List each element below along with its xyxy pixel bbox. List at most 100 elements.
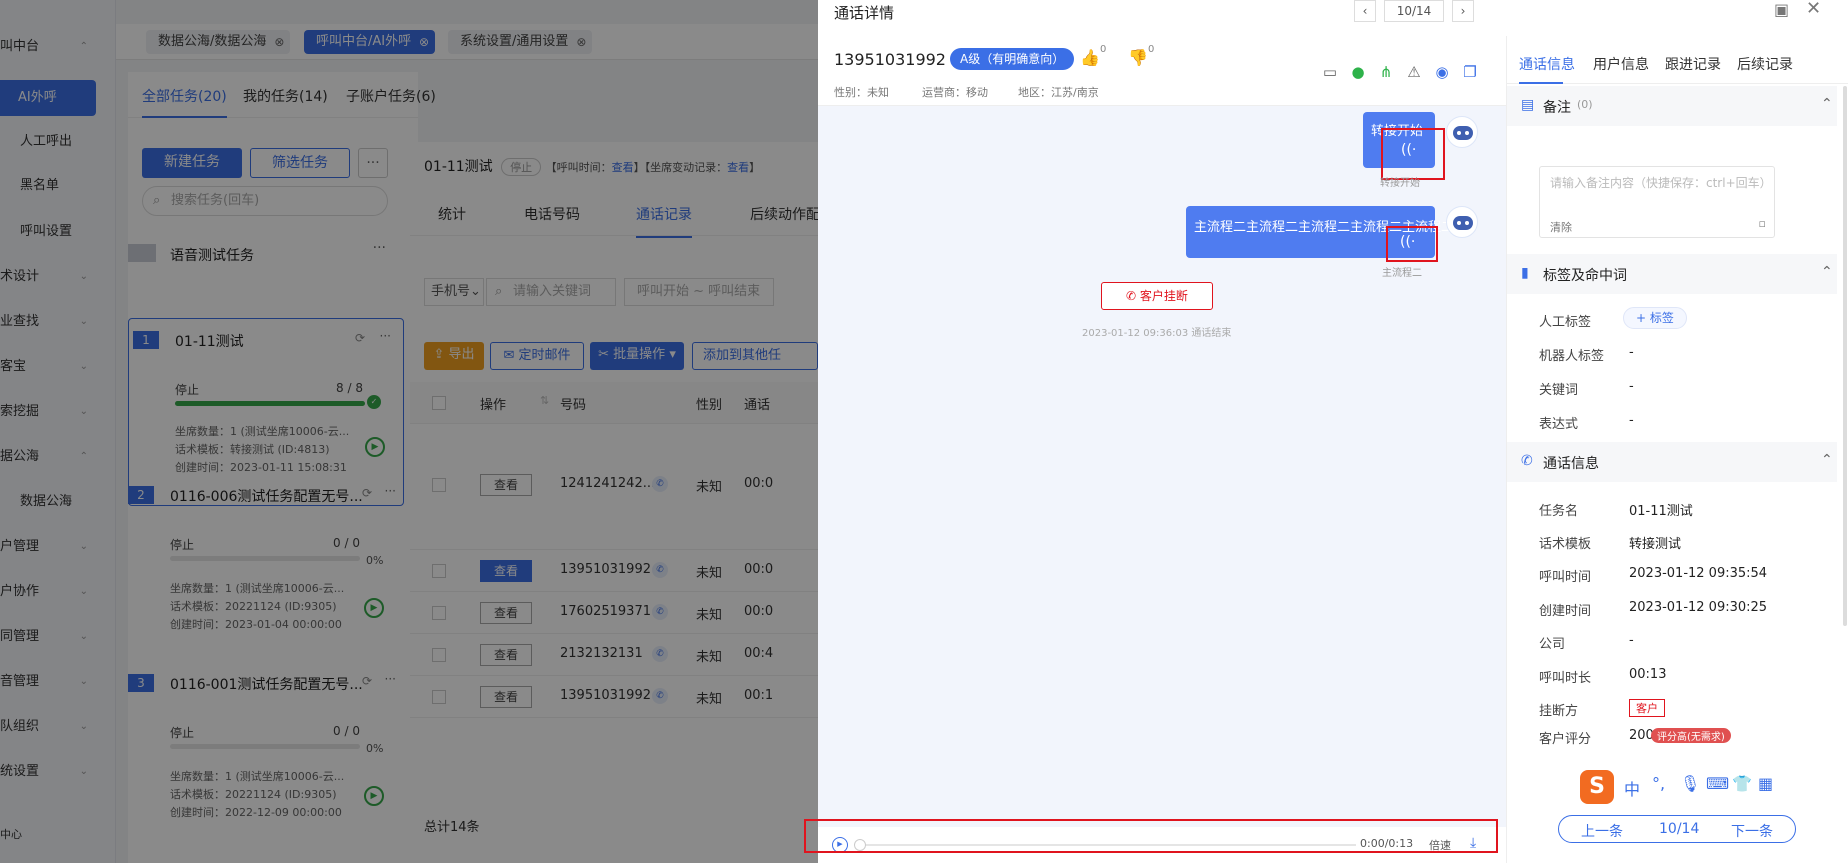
scrollbar[interactable] <box>1843 86 1847 626</box>
customer-region: 地区：江苏/南京 <box>1018 86 1099 99</box>
ime-toolbar: S 中 °, 🎙 ⌨ 👕 ▦ <box>1578 768 1840 806</box>
tab-user-info[interactable]: 用户信息 <box>1593 54 1649 74</box>
keyword-value: - <box>1629 379 1634 394</box>
chevron-up-icon[interactable]: ⌃ <box>1821 452 1833 468</box>
likes-count: 0 <box>1100 44 1107 55</box>
ime-language-toggle[interactable]: 中 <box>1624 776 1640 800</box>
tags-section-header[interactable]: ▮ 标签及命中词 ⌃ <box>1507 254 1837 294</box>
active-tab-indicator <box>1519 82 1563 84</box>
remark-section-header[interactable]: ▤ 备注 (0) ⌃ <box>1507 86 1837 126</box>
tab-later-records[interactable]: 后续记录 <box>1737 54 1793 74</box>
info-side-panel: 通话信息 用户信息 跟进记录 后续记录 ▤ 备注 (0) ⌃ 请输入备注内容（快… <box>1506 36 1848 863</box>
expression-value: - <box>1629 413 1634 428</box>
remark-textarea[interactable]: 请输入备注内容（快捷保存：ctrl+回车） 清除 ▫ <box>1539 166 1775 238</box>
thumbs-up-icon[interactable]: 👍 <box>1080 48 1100 67</box>
phone-icon: ✆ <box>1521 453 1533 469</box>
close-icon[interactable]: ✕ <box>1806 0 1821 19</box>
bookmark-icon: ▮ <box>1521 265 1529 281</box>
intent-level-badge[interactable]: A级（有明确意向） <box>950 48 1075 70</box>
conversation-panel: 13951031992 A级（有明确意向） 👍 0 👎 0 性别：未知 运营商：… <box>818 36 1506 863</box>
call-time-value: 2023-01-12 09:35:54 <box>1629 566 1768 581</box>
next-arrow-icon[interactable]: › <box>1452 0 1474 22</box>
copy-icon[interactable]: ❐ <box>1460 62 1480 82</box>
share-icon[interactable]: ⋔ <box>1376 62 1396 82</box>
highlight-box <box>1386 226 1438 262</box>
manual-tag-label: 人工标签 <box>1539 315 1592 330</box>
call-time-label: 呼叫时间 <box>1539 570 1592 585</box>
sogou-logo-icon[interactable]: S <box>1580 770 1614 804</box>
hangup-label: 客户挂断 <box>1139 289 1188 303</box>
grid-menu-icon[interactable]: ▦ <box>1758 774 1773 793</box>
modal-overlay[interactable] <box>0 0 818 863</box>
company-value: - <box>1629 633 1634 648</box>
hangup-tag: ✆ 客户挂断 <box>1101 282 1213 310</box>
skin-icon[interactable]: 👕 <box>1732 774 1752 793</box>
hangup-side-value: 客户 <box>1629 699 1665 717</box>
pager-indicator: 10/14 <box>1384 0 1444 22</box>
call-duration-value: 00:13 <box>1629 667 1667 682</box>
eye-icon[interactable]: ◉ <box>1432 62 1452 82</box>
section-title: 标签及命中词 <box>1543 268 1627 284</box>
remark-count: (0) <box>1577 98 1593 111</box>
tab-follow-records[interactable]: 跟进记录 <box>1665 54 1721 74</box>
dislikes-count: 0 <box>1148 44 1155 55</box>
hangup-side-label: 挂断方 <box>1539 704 1579 719</box>
microphone-icon[interactable]: 🎙 <box>1680 774 1700 793</box>
chat-icon[interactable]: ▭ <box>1320 62 1340 82</box>
created-time-label: 创建时间 <box>1539 604 1592 619</box>
thumbs-down-icon[interactable]: 👎 <box>1128 48 1148 67</box>
company-label: 公司 <box>1539 637 1566 652</box>
drawer-header: 通话详情 ‹ 10/14 › ▣ ✕ <box>818 0 1848 36</box>
document-icon: ▤ <box>1521 97 1535 113</box>
remark-placeholder: 请输入备注内容（快捷保存：ctrl+回车） <box>1550 176 1772 190</box>
punctuation-icon[interactable]: °, <box>1652 774 1665 793</box>
audio-player: ▶ 0:00/0:13 倍速 ⤓ <box>804 819 1506 863</box>
record-navigation: 上一条 10/14 下一条 <box>1558 815 1796 843</box>
keyword-label: 关键词 <box>1539 383 1579 398</box>
tab-call-info[interactable]: 通话信息 <box>1519 54 1575 74</box>
prev-arrow-icon[interactable]: ‹ <box>1354 0 1376 22</box>
call-info-section-header[interactable]: ✆ 通话信息 ⌃ <box>1507 442 1837 482</box>
keyboard-icon[interactable]: ⌨ <box>1706 774 1729 793</box>
customer-carrier: 运营商：移动 <box>922 86 988 99</box>
chevron-up-icon[interactable]: ⌃ <box>1821 264 1833 280</box>
record-page-indicator: 10/14 <box>1659 821 1700 837</box>
save-icon[interactable]: ▫ <box>1759 217 1766 230</box>
fullscreen-icon[interactable]: ▣ <box>1774 0 1789 19</box>
customer-phone: 13951031992 <box>834 50 946 69</box>
highlight-box <box>804 819 1498 853</box>
side-tabs: 通话信息 用户信息 跟进记录 后续记录 <box>1507 36 1848 84</box>
expression-label: 表达式 <box>1539 417 1579 432</box>
prev-record-button[interactable]: 上一条 <box>1581 821 1623 841</box>
robot-avatar <box>1446 116 1478 148</box>
customer-score-label: 客户评分 <box>1539 732 1592 747</box>
next-record-button[interactable]: 下一条 <box>1731 821 1773 841</box>
message-caption: 主流程二 <box>1382 268 1422 279</box>
warning-icon[interactable]: ⚠ <box>1404 62 1424 82</box>
task-name-value: 01-11测试 <box>1629 504 1693 519</box>
add-tag-button[interactable]: + 标签 <box>1623 307 1687 329</box>
drawer-title: 通话详情 <box>834 4 895 22</box>
message-caption: 转接开始 <box>1380 178 1420 189</box>
call-detail-drawer: 通话详情 ‹ 10/14 › ▣ ✕ 13951031992 A级（有明确意向）… <box>804 0 1848 863</box>
section-title: 备注 <box>1543 100 1571 116</box>
robot-tag-value: - <box>1629 345 1634 360</box>
task-name-label: 任务名 <box>1539 504 1579 519</box>
created-time-value: 2023-01-12 09:30:25 <box>1629 600 1768 615</box>
call-duration-label: 呼叫时长 <box>1539 671 1592 686</box>
score-badge: 评分高(无需求) <box>1651 728 1731 743</box>
wechat-icon[interactable]: ● <box>1348 62 1368 82</box>
conversation-body: 转接开始 ((· 转接开始 主流程二主流程二主流程二主流程二主流程二 ((· 主… <box>818 106 1506 863</box>
highlight-box <box>1381 128 1445 180</box>
chevron-up-icon[interactable]: ⌃ <box>1821 96 1833 112</box>
script-template-value: 转接测试 <box>1629 537 1682 552</box>
robot-avatar <box>1446 206 1478 238</box>
script-template-label: 话术模板 <box>1539 537 1592 552</box>
robot-tag-label: 机器人标签 <box>1539 349 1605 364</box>
customer-header: 13951031992 A级（有明确意向） 👍 0 👎 0 性别：未知 运营商：… <box>818 36 1506 106</box>
clear-button[interactable]: 清除 <box>1550 219 1572 235</box>
customer-gender: 性别：未知 <box>834 86 889 99</box>
section-title: 通话信息 <box>1543 456 1599 472</box>
call-end-note: 2023-01-12 09:36:03 通话结束 <box>1082 328 1232 339</box>
phone-hangup-icon: ✆ <box>1126 289 1140 303</box>
